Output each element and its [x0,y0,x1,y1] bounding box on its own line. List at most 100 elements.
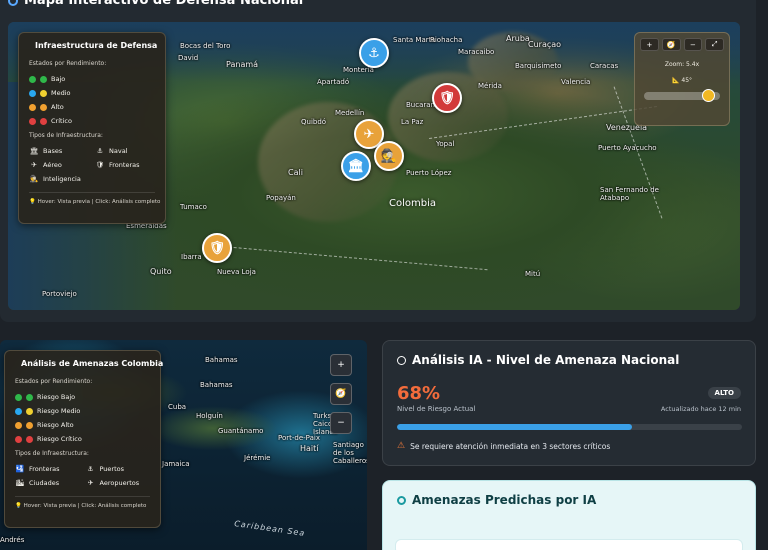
airplane-icon: ✈ [31,161,37,169]
legend-state-row: Medio [29,86,155,100]
red-circle-icon [40,117,47,125]
angle-icon: 📐 [671,77,680,84]
city-label: Yopal [436,140,455,148]
city-label: Mérida [478,82,502,90]
border-marker[interactable]: 🛡 [202,233,232,263]
globe-icon [8,0,18,6]
city-label: Ibarra [181,253,202,261]
city-label: Puerto López [406,169,452,177]
legend-state-row: Riesgo Bajo [15,390,150,404]
anchor-icon: ⚓ [96,147,104,155]
predicted-threats-title: Amenazas Predichas por IA [397,493,741,507]
spy-icon: 🕵 [380,148,398,164]
risk-progress-bar [397,424,742,430]
military-base-marker[interactable]: 🏛 [341,151,371,181]
anchor-icon: ⚓ [87,465,94,473]
ai-warning-text: Se requiere atención inmediata en 3 sect… [410,441,611,451]
legend-type-label: Ciudades [29,479,60,487]
fullscreen-button[interactable]: ⤢ [705,38,724,51]
yellow-circle-icon [40,89,47,97]
shield-icon: 🛡 [438,90,456,106]
legend-type-label: Fronteras [29,465,60,473]
city-label: Cali [288,168,303,177]
legend-title-text: Infraestructura de Defensa [35,41,158,50]
legend-type-row: 🛂 Fronteras [15,462,80,476]
city-label: Curaçao [528,40,562,49]
legend-type-row: 🏙 Ciudades [15,476,80,490]
tilt-slider[interactable] [644,89,720,102]
legend-types-heading: Tipos de Infraestructura: [15,450,89,457]
city-label: Caracas [590,62,619,70]
city-label: Maracaibo [458,48,495,56]
city-label: Medellín [335,109,365,117]
legend-footer: 💡 Hover: Vista previa | Click: Análisis … [15,496,150,509]
ai-panel-title: Análisis IA - Nivel de Amenaza Nacional [397,353,741,367]
green-circle-icon [26,393,33,401]
radar-icon [397,355,406,365]
border-crossing-icon: 🛂 [15,465,25,473]
place-label: Haití [300,444,319,453]
orange-dot-icon [15,421,22,429]
border-marker[interactable]: 🛡 [432,83,462,113]
place-label: Cuba [168,403,187,411]
orange-circle-icon [40,103,47,111]
legend-states-heading: Estados por Rendimiento: [15,378,93,385]
lightbulb-icon: 💡 [29,199,36,205]
naval-base-marker[interactable]: ⚓ [359,38,389,68]
intelligence-marker[interactable]: 🕵 [374,141,404,171]
compass-button[interactable]: 🧭 [661,38,681,51]
legend-state-row: Riesgo Medio [15,404,150,418]
tilt-slider-thumb[interactable] [701,89,715,102]
legend-type-label: Fronteras [109,161,140,169]
risk-level-badge: ALTO [707,387,741,399]
prediction-list-item[interactable] [395,539,743,550]
spy-icon: 🕵 [29,175,39,183]
risk-progress-fill [397,424,632,430]
legend-footer-text: Hover: Vista previa | Click: Análisis co… [23,503,147,509]
legend-type-label: Inteligencia [43,175,81,183]
risk-percentage: 68% [397,383,441,404]
city-label: David [178,54,199,62]
ai-warning: ⚠ Se requiere atención inmediata en 3 se… [397,441,610,451]
city-label: Puerto Ayacucho [598,144,657,152]
legend-state-label: Bajo [51,75,66,83]
legend-state-row: Riesgo Alto [15,418,150,432]
city-label: Panamá [226,60,259,69]
place-label: Bahamas [205,356,238,364]
legend-types: 🏛 Bases ⚓ Naval ✈ Aéreo 🛡 Fronteras 🕵 Intelig… [29,144,155,186]
predicted-threats-title-text: Amenazas Predichas por IA [412,493,597,507]
blue-dot-icon [29,89,36,97]
airplane-icon: ✈ [87,479,94,487]
legend-types-heading: Tipos de Infraestructura: [29,132,103,139]
red-dot-icon [15,435,22,443]
place-label: Port-de-Paix [278,434,320,442]
green-circle-icon [40,75,47,83]
base-building-icon: 🏛 [29,147,39,155]
zoom-buttons: + 🧭 − ⤢ [640,38,724,51]
risk-percentage-label: Nivel de Riesgo Actual [397,405,476,413]
orange-dot-icon [29,103,36,111]
legend-type-row: 🛡 Fronteras [95,158,155,172]
legend-state-label: Alto [51,103,64,111]
legend-type-row: ✈ Aeropuertos [86,476,151,490]
zoom-in-button[interactable]: + [330,354,352,376]
zoom-out-button[interactable]: − [330,412,352,434]
legend-state-label: Crítico [51,117,72,125]
city-label: Riohacha [430,36,463,44]
legend-type-label: Bases [43,147,63,155]
ai-panel-title-text: Análisis IA - Nivel de Amenaza Nacional [412,353,680,367]
red-circle-icon [26,435,33,443]
place-label: Jérémie [244,454,271,462]
compass-button[interactable]: 🧭 [330,383,352,405]
angle-value: 45° [681,77,693,84]
zoom-out-button[interactable]: − [683,38,703,51]
angle-label: 📐 45° [640,77,724,84]
legend-type-label: Puertos [99,465,125,473]
sea-label: Caribbean Sea [233,519,306,538]
border-line [208,244,488,271]
legend-states-heading: Estados por Rendimiento: [29,60,107,67]
red-dot-icon [29,117,36,125]
zoom-in-button[interactable]: + [640,38,659,51]
legend-type-label: Aeropuertos [99,479,140,487]
defense-legend: Infraestructura de Defensa Estados por R… [18,32,166,224]
